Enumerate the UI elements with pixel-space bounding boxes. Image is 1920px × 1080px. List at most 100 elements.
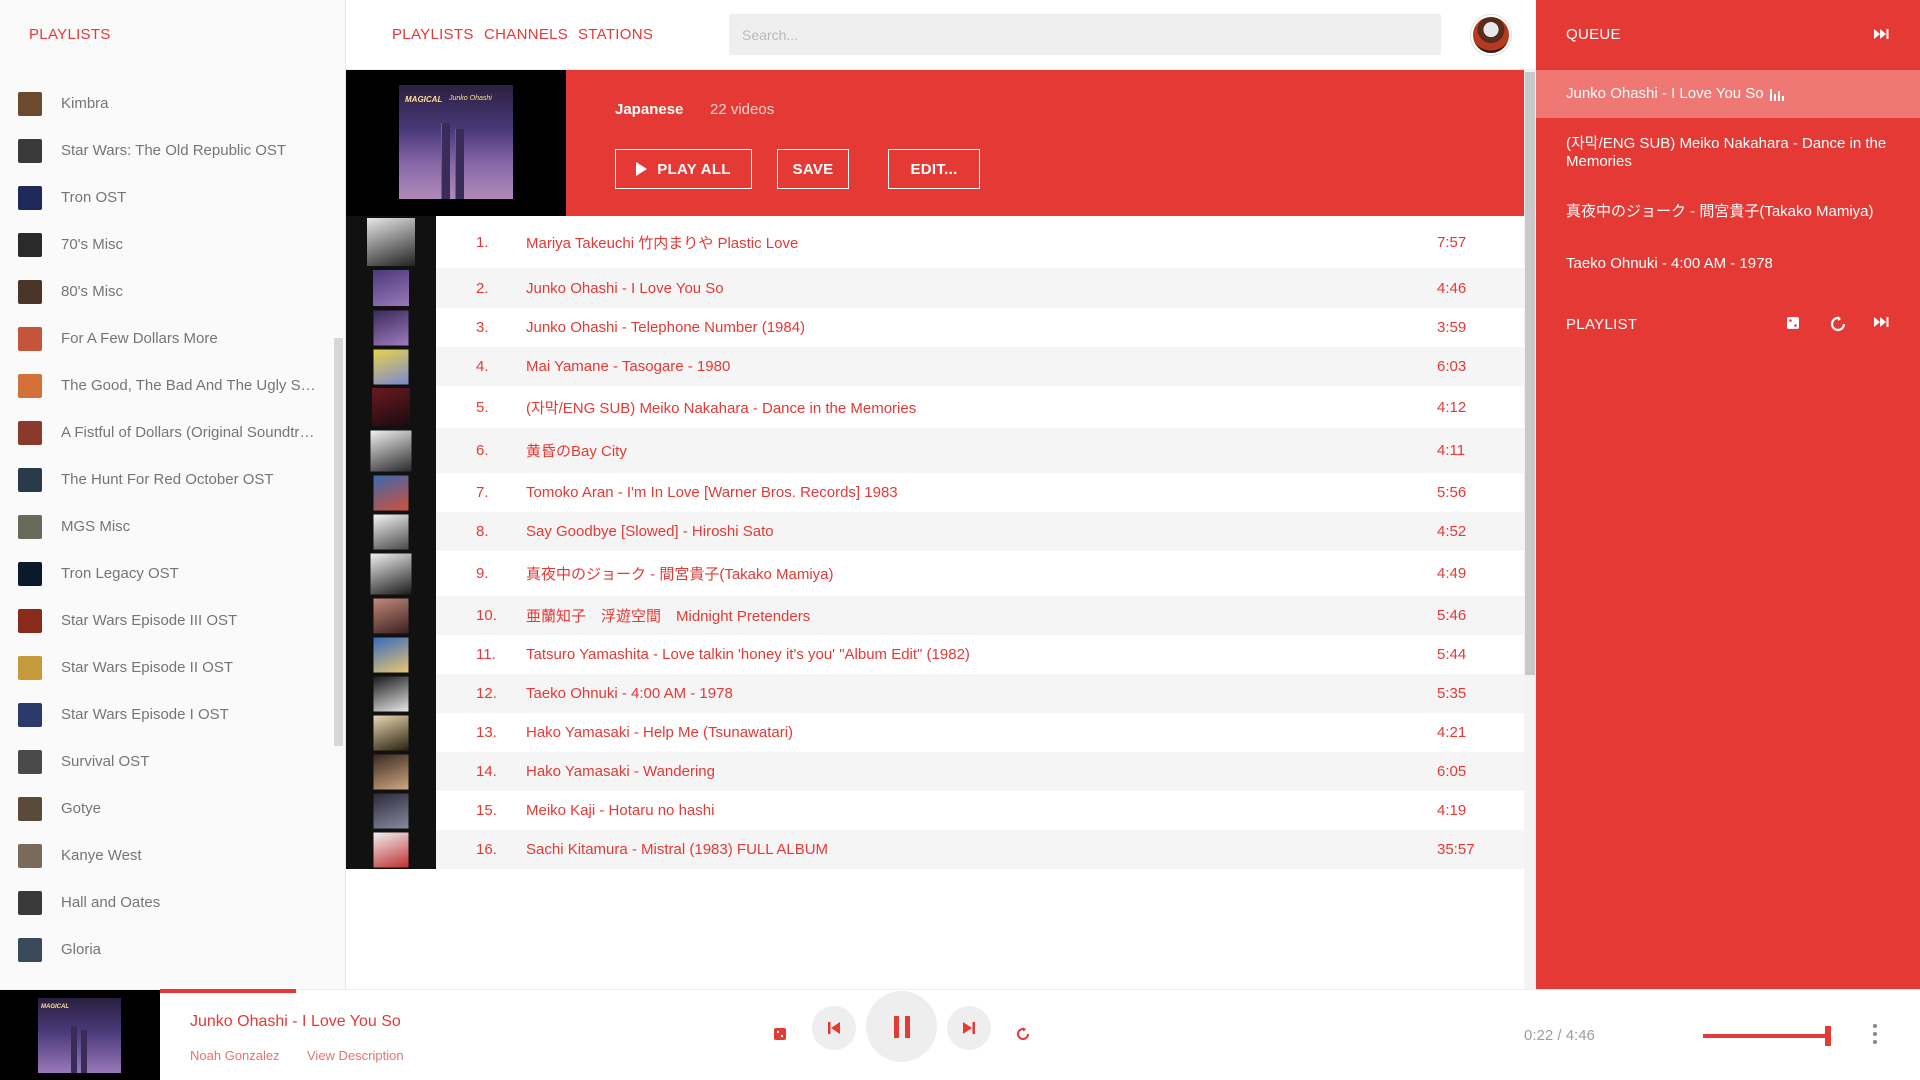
sidebar-playlist-item[interactable]: Gotye	[0, 785, 330, 832]
track-number: 16.	[476, 841, 497, 858]
sidebar-playlist-item[interactable]: Star Wars Episode III OST	[0, 597, 330, 644]
track-row[interactable]: 4. Mai Yamane - Tasogare - 1980 6:03	[346, 347, 1524, 386]
previous-button[interactable]	[812, 1006, 856, 1050]
track-row[interactable]: 8. Say Goodbye [Slowed] - Hiroshi Sato 4:5…	[346, 512, 1524, 551]
shuffle-icon[interactable]	[1786, 316, 1800, 330]
track-row[interactable]: 6. 黄昏のBay City 4:11	[346, 428, 1524, 473]
track-title[interactable]: Hako Yamasaki - Wandering	[526, 763, 715, 780]
sidebar-playlist-item[interactable]: Star Wars Episode II OST	[0, 644, 330, 691]
sidebar: PLAYLISTS Kimbra Star Wars: The Old Repub…	[0, 0, 346, 989]
sidebar-playlist-item[interactable]: 80's Misc	[0, 268, 330, 315]
track-title[interactable]: Mariya Takeuchi 竹内まりや Plastic Love	[526, 232, 798, 253]
track-thumbnail	[346, 752, 436, 791]
repeat-button[interactable]	[1014, 1025, 1032, 1043]
sidebar-playlist-item[interactable]: For A Few Dollars More	[0, 315, 330, 362]
track-title[interactable]: Mai Yamane - Tasogare - 1980	[526, 358, 730, 375]
track-row[interactable]: 16. Sachi Kitamura - Mistral (1983) FULL …	[346, 830, 1524, 869]
sidebar-playlist-label: 70's Misc	[61, 236, 124, 253]
queue-item[interactable]: (자막/ENG SUB) Meiko Nakahara - Dance in t…	[1536, 135, 1920, 171]
track-row[interactable]: 14. Hako Yamasaki - Wandering 6:05	[346, 752, 1524, 791]
sidebar-playlist-item[interactable]: Hall and Oates	[0, 879, 330, 926]
track-title[interactable]: Tomoko Aran - I'm In Love [Warner Bros. …	[526, 484, 898, 501]
shuffle-button[interactable]	[771, 1025, 789, 1043]
sidebar-scrollbar[interactable]	[334, 338, 343, 746]
volume-slider[interactable]	[1703, 1034, 1829, 1038]
view-description-link[interactable]: View Description	[307, 1048, 404, 1063]
track-title[interactable]: Say Goodbye [Slowed] - Hiroshi Sato	[526, 523, 774, 540]
track-row[interactable]: 5. (자막/ENG SUB) Meiko Nakahara - Dance in…	[346, 386, 1524, 428]
track-title[interactable]: Taeko Ohnuki - 4:00 AM - 1978	[526, 685, 733, 702]
track-row[interactable]: 13. Hako Yamasaki - Help Me (Tsunawatari)…	[346, 713, 1524, 752]
skip-previous-icon	[828, 1022, 840, 1034]
queue-item[interactable]: Taeko Ohnuki - 4:00 AM - 1978	[1536, 255, 1920, 273]
search-input[interactable]	[729, 14, 1441, 55]
volume-slider-handle[interactable]	[1825, 1026, 1831, 1046]
tab-playlists[interactable]: PLAYLISTS	[392, 26, 474, 43]
save-button[interactable]: SAVE	[777, 149, 849, 189]
queue-item[interactable]: 真夜中のジョーク - 間宮貴子(Takako Mamiya)	[1536, 203, 1920, 221]
sidebar-playlist-item[interactable]: Star Wars Episode I OST	[0, 691, 330, 738]
track-title[interactable]: Junko Ohashi - Telephone Number (1984)	[526, 319, 805, 336]
queue-panel: QUEUE Junko Ohashi - I Love You So (자막/E…	[1536, 0, 1920, 989]
pause-button[interactable]	[866, 991, 937, 1062]
playlist-thumbnail	[18, 138, 42, 163]
sidebar-playlist-item[interactable]: MGS Misc	[0, 503, 330, 550]
track-row[interactable]: 10. 亜蘭知子 浮遊空間 Midnight Pretenders 5:46	[346, 596, 1524, 635]
track-thumbnail-art	[373, 349, 409, 384]
track-title[interactable]: Meiko Kaji - Hotaru no hashi	[526, 802, 714, 819]
sidebar-playlist-item[interactable]: Kanye West	[0, 832, 330, 879]
track-title[interactable]: (자막/ENG SUB) Meiko Nakahara - Dance in t…	[526, 397, 916, 418]
user-avatar[interactable]	[1471, 15, 1511, 55]
sidebar-playlist-item[interactable]: The Hunt For Red October OST	[0, 456, 330, 503]
now-playing-artist[interactable]: Noah Gonzalez	[190, 1048, 280, 1063]
sidebar-playlist-item[interactable]: Kimbra	[0, 80, 330, 127]
track-title[interactable]: 亜蘭知子 浮遊空間 Midnight Pretenders	[526, 605, 810, 626]
track-row[interactable]: 2. Junko Ohashi - I Love You So 4:46	[346, 268, 1524, 308]
track-row[interactable]: 7. Tomoko Aran - I'm In Love [Warner Bros…	[346, 473, 1524, 512]
tab-stations[interactable]: STATIONS	[578, 26, 653, 43]
sidebar-playlist-item[interactable]: Star Wars: The Old Republic OST	[0, 127, 330, 174]
skip-forward-icon[interactable]	[1874, 316, 1890, 328]
sidebar-playlist-item[interactable]: A Fistful of Dollars (Original Soundtrac…	[0, 409, 330, 456]
track-duration: 3:59	[1437, 319, 1467, 336]
sidebar-playlist-label: Gloria	[61, 941, 102, 958]
track-title[interactable]: Hako Yamasaki - Help Me (Tsunawatari)	[526, 724, 793, 741]
sidebar-playlist-item[interactable]: Tron Legacy OST	[0, 550, 330, 597]
more-options-icon[interactable]	[1872, 1024, 1878, 1048]
repeat-icon[interactable]	[1830, 316, 1846, 332]
track-thumbnail	[346, 268, 436, 308]
tab-channels[interactable]: CHANNELS	[484, 26, 568, 43]
playback-progress-bar[interactable]	[160, 989, 296, 993]
next-button[interactable]	[947, 1006, 991, 1050]
skip-forward-icon[interactable]	[1874, 28, 1890, 40]
track-list-scroll-thumb[interactable]	[1525, 72, 1535, 675]
track-row[interactable]: 15. Meiko Kaji - Hotaru no hashi 4:19	[346, 791, 1524, 830]
track-row[interactable]: 11. Tatsuro Yamashita - Love talkin 'hone…	[346, 635, 1524, 674]
sidebar-playlist-label: Star Wars: The Old Republic OST	[61, 142, 287, 159]
edit-button[interactable]: EDIT...	[888, 149, 980, 189]
playlist-thumbnail	[18, 232, 42, 257]
track-title[interactable]: 真夜中のジョーク - 間宮貴子(Takako Mamiya)	[526, 563, 834, 584]
sidebar-playlist-item[interactable]: 70's Misc	[0, 221, 330, 268]
track-row[interactable]: 3. Junko Ohashi - Telephone Number (1984)…	[346, 308, 1524, 347]
play-all-button[interactable]: PLAY ALL	[615, 149, 752, 189]
track-title[interactable]: Tatsuro Yamashita - Love talkin 'honey i…	[526, 646, 970, 663]
sidebar-playlist-item[interactable]: Tron OST	[0, 174, 330, 221]
cover-text-title: MAGICAL	[405, 95, 443, 104]
track-number: 6.	[476, 442, 489, 459]
track-list: 1. Mariya Takeuchi 竹内まりや Plastic Love 7:57…	[346, 216, 1524, 989]
track-title[interactable]: Junko Ohashi - I Love You So	[526, 280, 724, 297]
queue-item-current[interactable]: Junko Ohashi - I Love You So	[1536, 70, 1920, 118]
sidebar-playlist-item[interactable]: Survival OST	[0, 738, 330, 785]
track-title[interactable]: 黄昏のBay City	[526, 440, 627, 461]
playlist-header: MAGICAL Junko Ohashi Japanese 22 videos …	[346, 70, 1524, 216]
sidebar-playlist-item[interactable]: The Good, The Bad And The Ugly Soundtrac…	[0, 362, 330, 409]
track-row[interactable]: 12. Taeko Ohnuki - 4:00 AM - 1978 5:35	[346, 674, 1524, 713]
track-row[interactable]: 1. Mariya Takeuchi 竹内まりや Plastic Love 7:57	[346, 216, 1524, 268]
sidebar-playlist-item[interactable]: Gloria	[0, 926, 330, 973]
playlist-cover: MAGICAL Junko Ohashi	[346, 70, 566, 216]
track-title[interactable]: Sachi Kitamura - Mistral (1983) FULL ALB…	[526, 841, 828, 858]
track-list-scrollbar[interactable]	[1524, 70, 1536, 989]
track-row[interactable]: 9. 真夜中のジョーク - 間宮貴子(Takako Mamiya) 4:49	[346, 551, 1524, 596]
queue-item-label: Junko Ohashi - I Love You So	[1566, 85, 1764, 102]
